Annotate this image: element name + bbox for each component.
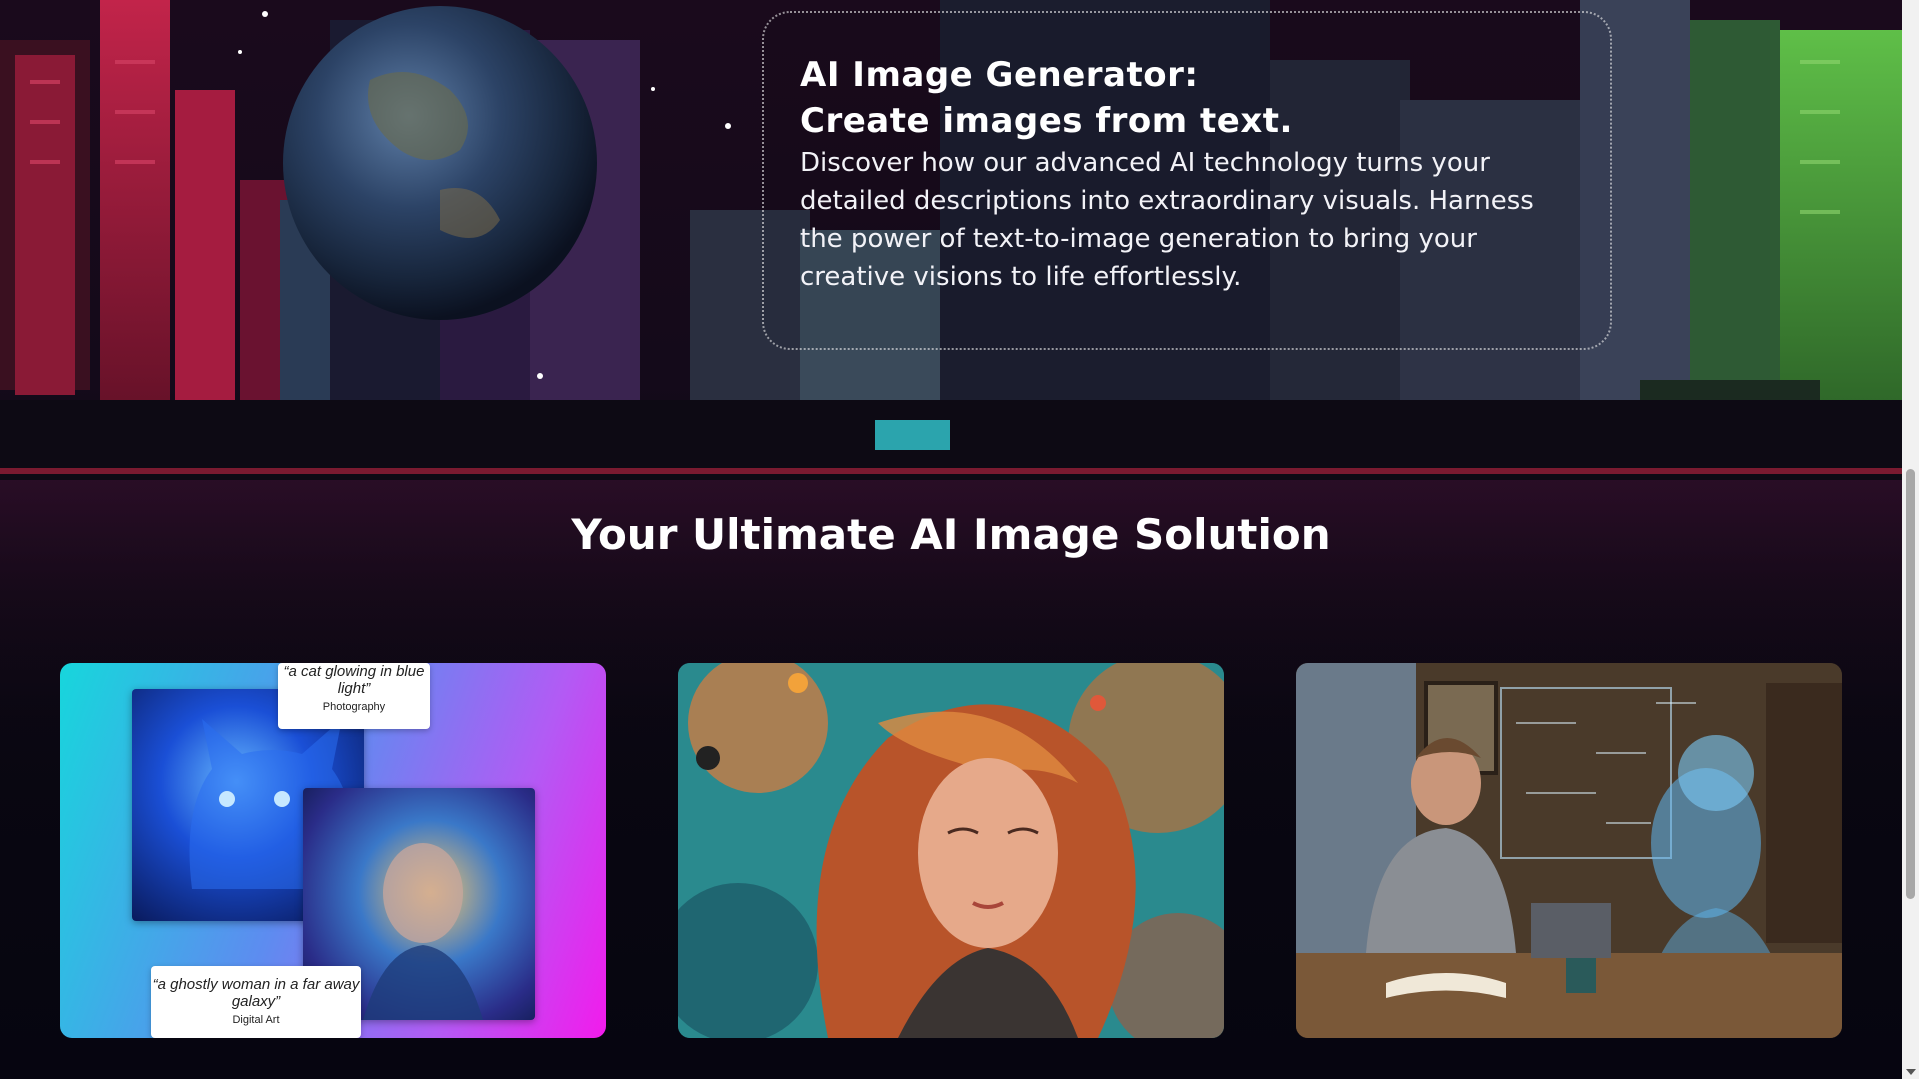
hero-title-line-1: AI Image Generator: xyxy=(800,55,1199,95)
hero-title-line-2: Create images from text. xyxy=(800,101,1293,141)
scroll-down-arrow-icon[interactable] xyxy=(1906,1069,1916,1075)
page-scrollbar[interactable] xyxy=(1902,0,1919,1079)
section-title: Your Ultimate AI Image Solution xyxy=(571,510,1331,559)
student-ai-image xyxy=(1296,663,1842,1038)
hero-title: AI Image Generator: Create images from t… xyxy=(800,52,1580,144)
feature-card-painting[interactable] xyxy=(678,663,1224,1038)
painted-woman-image xyxy=(678,663,1224,1038)
cat-prompt-label: “a cat glowing in blue light” Photograph… xyxy=(278,663,430,729)
cat-prompt-quote: “a cat glowing in blue light” xyxy=(283,663,425,697)
feature-card-student-ai[interactable] xyxy=(1296,663,1842,1038)
page: AI Image Generator: Create images from t… xyxy=(0,0,1919,1079)
feature-card-collage[interactable]: “a cat glowing in blue light” Photograph… xyxy=(60,663,606,1038)
scrollbar-thumb[interactable] xyxy=(1906,469,1915,899)
cat-prompt-category: Photography xyxy=(322,701,386,713)
woman-prompt-quote: “a ghostly woman in a far away galaxy” xyxy=(152,976,360,1010)
woman-prompt-category: Digital Art xyxy=(232,1014,280,1026)
hero-description: Discover how our advanced AI technology … xyxy=(800,148,1534,292)
woman-prompt-label: “a ghostly woman in a far away galaxy” D… xyxy=(151,966,361,1038)
